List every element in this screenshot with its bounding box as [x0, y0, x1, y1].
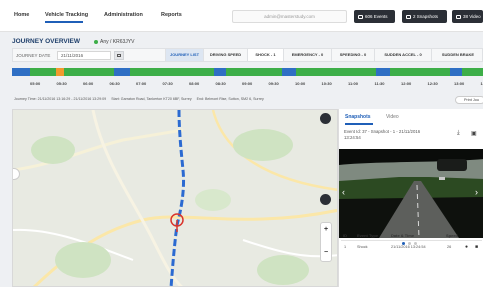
timeline-segment[interactable] [376, 68, 390, 76]
timeline-label: 09:00 [242, 81, 253, 86]
table-divider [341, 240, 482, 241]
zoom-out-button[interactable]: − [321, 249, 331, 256]
timeline-label: 06:00 [83, 81, 94, 86]
tab-emergency[interactable]: EMERGENCY - 0 [283, 49, 331, 61]
timeline-segment[interactable] [450, 68, 462, 76]
timeline-segment[interactable] [30, 68, 56, 76]
timeline-segment[interactable] [296, 68, 376, 76]
table-header-event-type: Event Type [357, 233, 379, 238]
video-button-label: 38 Video [463, 14, 481, 19]
calendar-button[interactable] [114, 51, 124, 60]
road-photo [339, 149, 483, 238]
timeline-label: 06:30 [109, 81, 120, 86]
journey-start: Start: Garraton Road, Tankerton KT20 6BF… [111, 97, 192, 101]
timeline-label: 10:30 [321, 81, 332, 86]
timeline-label: 05:30 [56, 81, 67, 86]
tab-journey-list[interactable]: JOURNEY LIST [165, 49, 203, 61]
timeline-segment[interactable] [390, 68, 450, 76]
events-icon [358, 14, 363, 19]
timeline-label: 07:30 [162, 81, 173, 86]
timeline-label: 10:00 [295, 81, 306, 86]
timeline-segment[interactable] [462, 68, 483, 76]
top-navigation: Home Vehicle Tracking Administration Rep… [0, 0, 483, 32]
event-info: Event Id: 37 - Snapshot - 1 - 21/11/2016… [344, 129, 459, 141]
tab-sudden-accel[interactable]: SUDDEN ACCEL - 0 [374, 49, 431, 61]
timeline-segment[interactable] [12, 68, 30, 76]
print-journey-button[interactable]: Print Jou [455, 96, 483, 104]
row-speed: 26 [447, 245, 452, 249]
timeline-segment[interactable] [226, 68, 282, 76]
journey-date-input[interactable]: 21/11/2016 [57, 51, 111, 60]
journey-time: Journey Time: 21/11/2016 13:16:29 - 21/1… [14, 97, 107, 101]
tab-video[interactable]: Video [386, 114, 399, 120]
view-row-icon[interactable]: ● [465, 244, 468, 250]
map-canvas[interactable] [13, 110, 338, 287]
snapshot-image: ‹ › [339, 149, 483, 238]
timeline-segment[interactable] [130, 68, 214, 76]
snapshots-button[interactable]: 2 Snapshots [402, 10, 447, 23]
nav-active-indicator [45, 21, 83, 23]
timeline-label: 08:30 [215, 81, 226, 86]
download-icon[interactable]: ⤓ [457, 130, 460, 137]
timeline-segment[interactable] [64, 68, 114, 76]
timeline-label: 11:30 [374, 81, 385, 86]
page-title: JOURNEY OVERVIEW [12, 38, 81, 45]
nav-administration[interactable]: Administration [104, 12, 143, 18]
snapshot-panel: Snapshots Video Event Id: 37 - Snapshot … [338, 109, 483, 287]
map-fullscreen-button[interactable] [320, 113, 331, 124]
events-button[interactable]: 606 Events [354, 10, 395, 23]
timeline-label: 13:00 [454, 81, 465, 86]
user-email[interactable]: admin@masterstudy.com [232, 10, 347, 23]
timeline-segment[interactable] [214, 68, 226, 76]
timeline-label: 12:00 [401, 81, 412, 86]
video-button[interactable]: 38 Video [452, 10, 483, 23]
events-button-label: 606 Events [365, 14, 388, 19]
tab-shock[interactable]: SHOCK - 1 [247, 49, 283, 61]
video-icon [456, 14, 461, 19]
timeline-segment[interactable] [114, 68, 130, 76]
tab-snapshots[interactable]: Snapshots [345, 114, 371, 120]
row-date-time: 21/11/2016 13:24:54 [391, 245, 426, 249]
snapshots-button-label: 2 Snapshots [413, 14, 439, 19]
calendar-icon [117, 54, 121, 57]
tab-speeding[interactable]: SPEEDING - 0 [331, 49, 374, 61]
timeline-label: 12:30 [427, 81, 438, 86]
vehicle-selector[interactable]: Any / KR63JYV [100, 39, 134, 45]
timeline-segment[interactable] [282, 68, 296, 76]
journey-summary: Journey Time: 21/11/2016 13:16:29 - 21/1… [14, 97, 264, 101]
nav-home[interactable]: Home [14, 12, 29, 18]
timeline-label: 09:30 [268, 81, 279, 86]
camera-row-icon[interactable]: ■ [475, 244, 478, 250]
journey-end: End: Belmont Rise, Sutton, SM2 6, Surrey [196, 97, 264, 101]
tab-driving-speed[interactable]: DRIVING SPEED [203, 49, 247, 61]
timeline-label: 08:00 [189, 81, 200, 86]
table-header-speed: Speed [446, 233, 459, 238]
zoom-in-button[interactable]: + [321, 226, 331, 233]
snapshots-tab-indicator [345, 123, 373, 125]
timeline-label: 11:00 [348, 81, 359, 86]
previous-snapshot-button[interactable]: ‹ [342, 187, 345, 197]
row-event-type: Shock [357, 245, 368, 249]
timeline-segment[interactable] [56, 68, 64, 76]
table-header-id: ID [343, 233, 347, 238]
zoom-control: + − [320, 222, 332, 262]
filter-bar: JOURNEY DATE 21/11/2016 JOURNEY LIST DRI… [12, 48, 483, 62]
vehicle-status-dot [94, 39, 98, 44]
expand-icon[interactable]: ▣ [471, 130, 477, 137]
timeline-label: 05:00 [30, 81, 41, 86]
table-header-date-time: Date & Time [391, 233, 415, 238]
camera-icon [406, 14, 411, 19]
nav-reports[interactable]: Reports [161, 12, 182, 18]
event-time: 13:24:54 [344, 135, 361, 140]
row-id: 1 [344, 245, 347, 249]
tab-sudden-brake[interactable]: SUDDEN BRAKE [431, 49, 483, 61]
timeline-label: 07:00 [136, 81, 147, 86]
journey-date-label: JOURNEY DATE [16, 52, 51, 58]
journey-map[interactable]: + − [12, 109, 338, 287]
journey-timeline[interactable] [12, 68, 483, 76]
nav-vehicle-tracking[interactable]: Vehicle Tracking [45, 12, 88, 18]
map-layers-button[interactable] [320, 194, 331, 205]
next-snapshot-button[interactable]: › [475, 187, 478, 197]
